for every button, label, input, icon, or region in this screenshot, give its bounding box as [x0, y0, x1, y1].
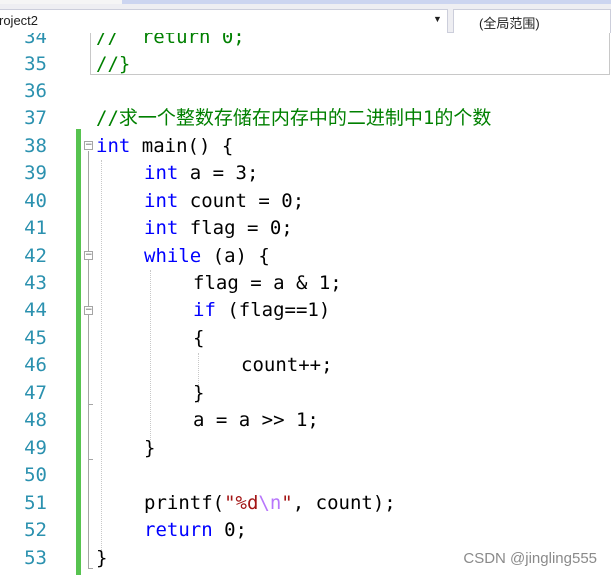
- code-line: 48 a = a >> 1;: [0, 407, 611, 434]
- code-line: 41 int flag = 0;: [0, 215, 611, 242]
- code-line: 37 //求一个整数存储在内存中的二进制中1的个数: [0, 105, 611, 132]
- line-number: 40: [24, 190, 47, 212]
- function-call: printf(: [144, 492, 225, 514]
- project-dropdown-value: roject2: [0, 13, 39, 28]
- code-line: 49 }: [0, 435, 611, 462]
- code-line: 42 while (a) {: [0, 243, 611, 270]
- line-number: 48: [24, 409, 47, 431]
- code-line: 35 //}: [0, 51, 611, 78]
- line-number: 50: [24, 464, 47, 486]
- project-dropdown[interactable]: roject2 ▼: [0, 9, 448, 33]
- code-text: return 0;: [144, 517, 247, 544]
- line-number: 43: [24, 272, 47, 294]
- identifier: a = 3;: [178, 162, 259, 184]
- identifier: 0;: [212, 519, 247, 541]
- string-literal: "%d: [224, 492, 259, 514]
- string-literal-end: ": [281, 492, 293, 514]
- escape-sequence: \n: [258, 492, 282, 514]
- code-text: flag = a & 1;: [193, 272, 342, 294]
- code-text: }: [96, 547, 108, 569]
- keyword: int: [144, 190, 179, 212]
- keyword: int: [144, 162, 179, 184]
- code-editor[interactable]: − − − 34 // return 0; 35 //} 36 37 //求一个…: [0, 33, 611, 575]
- line-number: 42: [24, 245, 47, 267]
- identifier: main() {: [130, 135, 234, 157]
- editor-navigation-bar: roject2 ▼ (全局范围): [0, 0, 611, 33]
- code-line: 34 // return 0;: [0, 33, 611, 51]
- scope-dropdown-value: (全局范围): [479, 16, 540, 31]
- code-text: }: [144, 437, 156, 459]
- dropdown-arrow-icon[interactable]: ▼: [433, 14, 442, 24]
- line-number: 35: [24, 53, 47, 75]
- code-text: a = a >> 1;: [193, 409, 319, 431]
- line-number: 47: [24, 382, 47, 404]
- code-text: int count = 0;: [144, 188, 304, 215]
- identifier: (flag==1): [215, 299, 331, 321]
- code-line: 46 count++;: [0, 352, 611, 379]
- identifier: , count);: [292, 492, 396, 514]
- keyword: return: [144, 519, 213, 541]
- code-text: count++;: [241, 354, 333, 376]
- code-text: int flag = 0;: [144, 215, 293, 242]
- code-line: 39 int a = 3;: [0, 160, 611, 187]
- keyword: while: [144, 245, 202, 267]
- code-line: 38 int main() {: [0, 133, 611, 160]
- tab-strip-edge: [0, 0, 611, 4]
- line-number: 52: [24, 519, 47, 541]
- code-text: int a = 3;: [144, 160, 258, 187]
- code-text: //}: [96, 53, 131, 75]
- line-number: 36: [24, 80, 47, 102]
- line-number: 37: [24, 107, 47, 129]
- code-line: 40 int count = 0;: [0, 188, 611, 215]
- code-line: 43 flag = a & 1;: [0, 270, 611, 297]
- line-number: 39: [24, 162, 47, 184]
- keyword: if: [193, 299, 216, 321]
- watermark: CSDN @jingling555: [463, 550, 597, 567]
- keyword: int: [96, 135, 131, 157]
- code-text: printf("%d\n", count);: [144, 490, 396, 517]
- code-text: {: [193, 327, 205, 349]
- line-number: 38: [24, 135, 47, 157]
- line-number: 49: [24, 437, 47, 459]
- line-number: 51: [24, 492, 47, 514]
- code-line: 50: [0, 462, 611, 489]
- code-line: 47 }: [0, 380, 611, 407]
- code-line: 44 if (flag==1): [0, 297, 611, 324]
- code-line: 36: [0, 78, 611, 105]
- identifier: (a) {: [201, 245, 270, 267]
- code-text: if (flag==1): [193, 297, 330, 324]
- code-text: // return 0;: [96, 33, 245, 48]
- line-number: 34: [24, 33, 47, 48]
- code-line: 45 {: [0, 325, 611, 352]
- identifier: count = 0;: [178, 190, 305, 212]
- keyword: int: [144, 217, 179, 239]
- line-number: 53: [24, 547, 47, 569]
- code-text: //求一个整数存储在内存中的二进制中1的个数: [96, 107, 492, 129]
- code-line: 51 printf("%d\n", count);: [0, 490, 611, 517]
- line-number: 46: [24, 354, 47, 376]
- line-number: 44: [24, 299, 47, 321]
- scope-dropdown[interactable]: (全局范围): [453, 9, 611, 33]
- line-number: 45: [24, 327, 47, 349]
- line-number: 41: [24, 217, 47, 239]
- code-text: }: [193, 382, 205, 404]
- code-line: 52 return 0;: [0, 517, 611, 544]
- identifier: flag = 0;: [178, 217, 293, 239]
- code-text: while (a) {: [144, 243, 270, 270]
- code-text: int main() {: [96, 133, 233, 160]
